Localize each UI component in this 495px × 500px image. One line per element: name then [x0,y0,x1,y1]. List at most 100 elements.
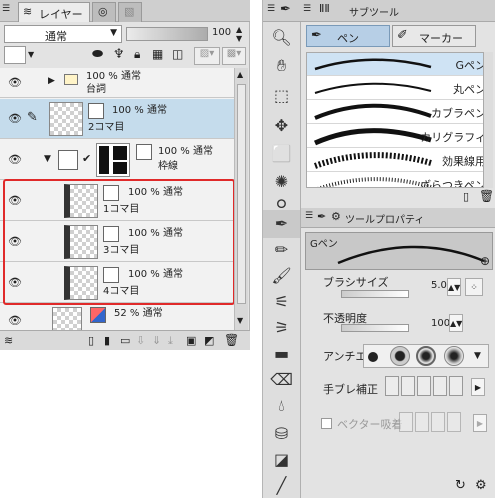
vector-snap-checkbox[interactable] [321,418,332,429]
size-dynamics-icon[interactable]: ⁘ [465,278,483,296]
brush-name: ざらつきペン [420,179,486,188]
brush-name: カリグラフィ [420,131,486,144]
ruler-display-icon[interactable]: ▩▾ [222,47,246,65]
highlight-box [3,179,235,305]
panel-menu-icon[interactable]: ☰ [267,4,275,14]
tab-pen[interactable]: ✒ ペン [306,25,390,47]
reference-layer-icon[interactable]: ⬬ [92,47,110,65]
draft-layer-icon[interactable]: ♆ [113,47,131,65]
new-vector-layer-icon[interactable]: ▮ [104,334,110,347]
combine-selected-icon[interactable]: ⤓ [168,334,173,348]
panel-menu-icon[interactable]: ☰ [303,4,311,14]
stabilization-slider[interactable] [385,376,469,398]
stabilization-spinner[interactable]: ▶ [471,378,485,396]
eye-icon[interactable]: 👁︎ [8,314,22,327]
layer-bottom-toolbar: ≋ ▯ ▮ ▭ ⇩ ⇓ ⤓ ▣ ◩ 🗑︎ [0,330,250,350]
panel-menu-icon[interactable]: ☰ [305,211,313,221]
layer-row[interactable]: 👁︎ 52 % 通常 [0,304,234,330]
opacity-slider[interactable] [126,27,208,41]
decoration-icon[interactable]: ⚞ [263,314,300,342]
brush-item[interactable]: カリグラフィ [307,125,490,148]
antialias-none-icon[interactable] [368,352,378,362]
brush-size-spinner[interactable]: ▲▼ [447,278,461,296]
eye-icon[interactable]: 👁︎ [8,112,22,125]
brush-stroke-preview [313,128,432,146]
brush-item[interactable]: Gペン [307,53,490,76]
layer-color-select[interactable] [4,46,26,64]
scroll-up-icon[interactable]: ▲ [237,70,243,79]
combine-down-icon[interactable]: ⇓ [152,334,161,347]
antialias-strong-icon[interactable] [444,346,464,366]
blend-mode-select[interactable]: 通常 ▼ [4,25,122,43]
brush-size-slider[interactable] [341,290,409,298]
subtool-group-icon: ⅡⅡ [319,2,330,15]
new-folder-icon[interactable]: ▭ [120,334,130,347]
tab-marker[interactable]: ✐ マーカー [392,25,476,47]
reset-icon[interactable]: ↻ [455,478,466,493]
layer-row[interactable]: 👁︎ ▶ 100 % 通常 台詞 [0,68,234,98]
antialias-weak-icon[interactable] [390,346,410,366]
apply-mask-icon[interactable]: ◩ [204,334,214,347]
fill-icon[interactable]: ⛁ [263,420,300,448]
layer-row[interactable]: 👁︎ ▼ ✔ 100 % 通常 枠線 [0,140,234,180]
clipping-icon[interactable]: ◫ [172,47,190,65]
expand-arrow-icon[interactable]: ▶ [48,76,55,86]
eye-icon[interactable]: 👁︎ [8,153,22,166]
brush-list-scrollbar[interactable] [483,52,493,188]
opacity-spinner[interactable]: ▲ ▼ [236,25,246,43]
brush-name: 丸ペン [453,83,486,96]
vector-snap-spinner[interactable]: ▶ [473,414,487,432]
chevron-down-icon[interactable]: ▼ [474,351,481,361]
transfer-down-icon[interactable]: ⇩ [136,334,145,347]
gear-icon[interactable]: ⚙ [475,478,487,493]
lock-transparent-icon[interactable]: ▦ [152,47,170,65]
brush-item[interactable]: ざらつきペン [307,173,490,188]
mask-enable-icon[interactable]: ▨▾ [194,47,220,65]
layer-stack-icon: ≋ [23,5,33,18]
tool-column: 🔍︎ ✋︎ ⬚ ✥ ⬜ ✺ ⚲ [263,22,301,215]
brush-opacity-slider[interactable] [341,324,409,332]
brush-item[interactable]: カブラペン [307,101,490,124]
layer-row[interactable]: 👁︎ ✎ 100 % 通常 2コマ目 [0,99,234,139]
trash-icon[interactable]: 🗑︎ [479,189,494,203]
pencil-icon[interactable]: ✏ [263,236,300,264]
trash-icon[interactable]: 🗑︎ [224,333,239,347]
panel-menu-icon[interactable]: ☰ [2,4,14,16]
scroll-down-icon[interactable]: ▼ [237,316,243,325]
zoom-icon[interactable]: 🔍︎ [263,24,300,52]
hand-icon[interactable]: ✋︎ [263,52,300,80]
frame-border-icon[interactable]: ▬ [263,340,300,368]
scroll-thumb[interactable] [237,84,246,304]
create-mask-icon[interactable]: ▣ [186,334,196,347]
layer-stack-icon[interactable]: ≋ [4,334,13,347]
layer-name: 2コマ目 [88,122,125,133]
layer-scrollbar[interactable]: ▲ ▼ [234,68,248,330]
antialias-label: アンチエ [323,350,367,363]
gradient-icon[interactable]: ◪ [263,446,300,474]
pen-tool-icon[interactable]: ✒ [263,210,300,238]
collapse-arrow-icon[interactable]: ▼ [44,154,51,164]
operation-icon[interactable]: ⬚ [263,82,300,110]
lock-icon[interactable]: 🔒︎ [134,47,152,65]
brush-icon[interactable]: 🖌︎ [263,262,300,290]
chevron-down-icon[interactable]: ▼ [28,50,34,59]
move-layer-icon[interactable]: ✥ [263,112,300,140]
brush-item[interactable]: 丸ペン [307,77,490,100]
new-subtool-icon[interactable]: ▯ [463,190,469,203]
line-icon[interactable]: ╱ [263,472,300,500]
eye-icon[interactable]: 👁︎ [8,76,22,89]
brush-opacity-spinner[interactable]: ▲▼ [449,314,463,332]
blend-icon[interactable]: 💧︎ [263,392,300,420]
selection-icon[interactable]: ⬜ [263,140,300,168]
vector-snap-slider[interactable] [399,412,471,434]
tab-layer[interactable]: ≋ レイヤー [18,2,90,22]
new-raster-layer-icon[interactable]: ▯ [88,334,94,347]
antialias-selector[interactable]: ▼ [363,344,489,368]
antialias-medium-icon[interactable] [416,346,436,366]
zoom-preview-icon[interactable]: ⊕ [480,254,490,268]
airbrush-icon[interactable]: ⚟ [263,288,300,316]
tab-layer-property[interactable]: ▧ [118,2,142,22]
eraser-icon[interactable]: ⌫ [263,366,300,394]
tab-navigator[interactable]: ◎ [92,2,116,22]
brush-item[interactable]: 効果線用 [307,149,490,172]
